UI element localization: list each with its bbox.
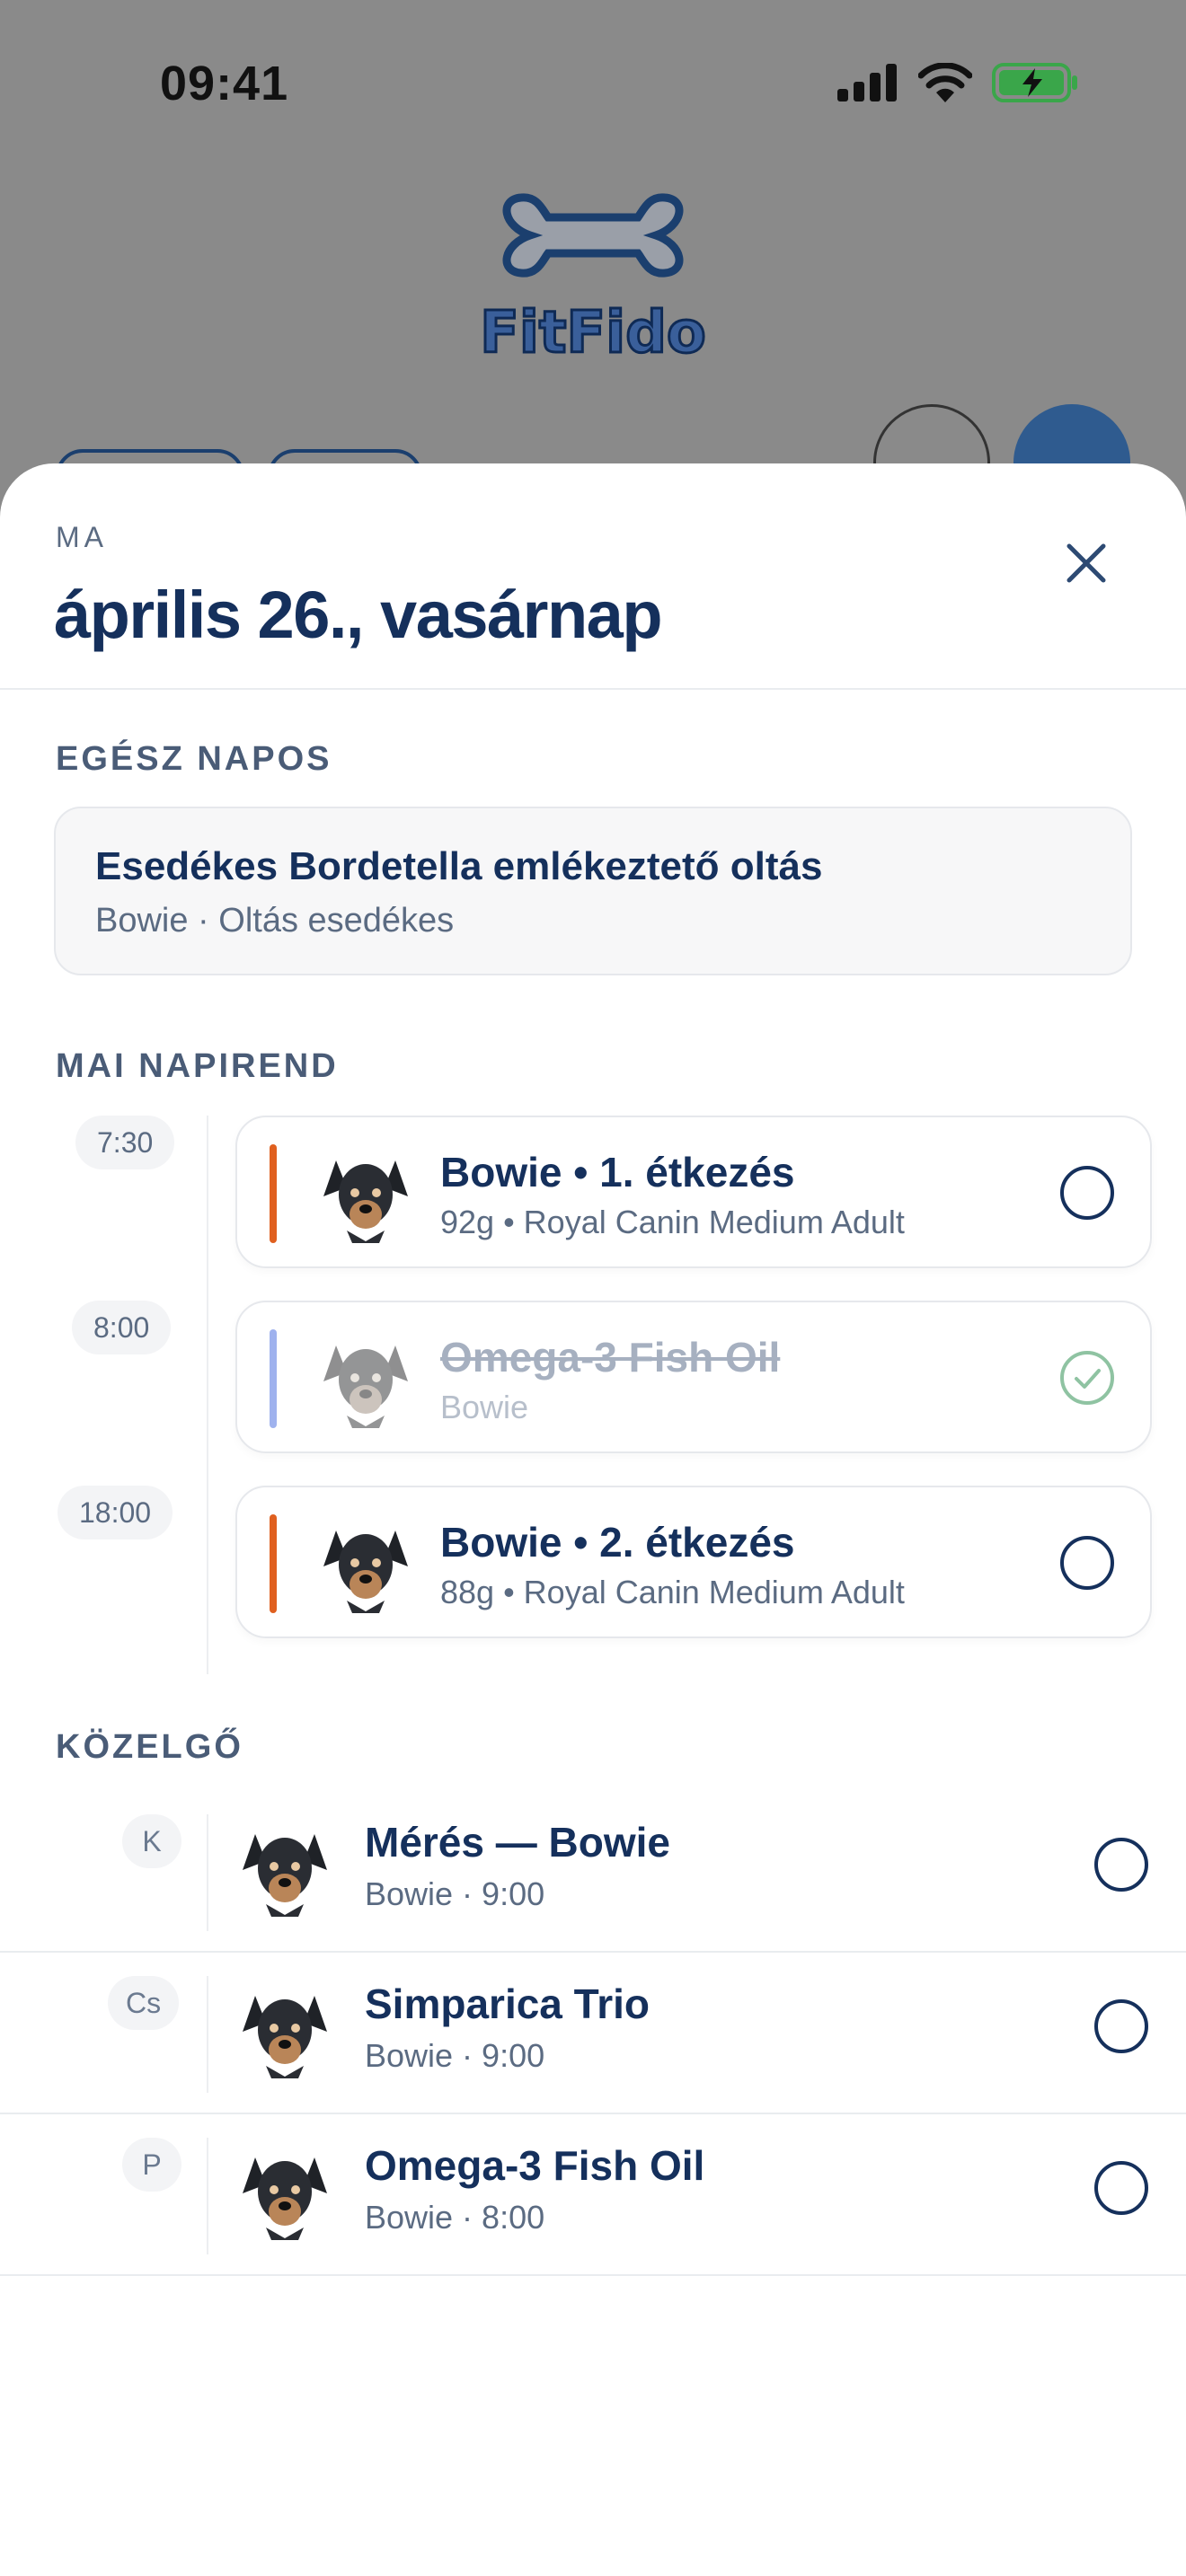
all-day-card[interactable]: Esedékes Bordetella emlékeztető oltás Bo… (54, 807, 1132, 975)
task-subtitle: 92g • Royal Canin Medium Adult (440, 1204, 905, 1240)
upcoming-item[interactable]: P Omega-3 Fish Oil Bowie · 8:00 (0, 2114, 1186, 2276)
dog-avatar (323, 1160, 408, 1243)
upcoming-section-label: KÖZELGŐ (56, 1728, 243, 1766)
time-pill: 8:00 (72, 1301, 172, 1354)
upcoming-title: Omega-3 Fish Oil (365, 2142, 705, 2189)
upcoming-item[interactable]: Cs Simparica Trio Bowie · 9:00 (0, 1953, 1186, 2114)
task-card-completed[interactable]: Omega-3 Fish Oil Bowie (235, 1301, 1152, 1453)
task-subtitle: 88g • Royal Canin Medium Adult (440, 1574, 905, 1610)
upcoming-subtitle: Bowie · 8:00 (365, 2199, 545, 2236)
dog-avatar (323, 1345, 408, 1428)
upcoming-title: Mérés — Bowie (365, 1819, 670, 1866)
task-card[interactable]: Bowie • 1. étkezés 92g • Royal Canin Med… (235, 1116, 1152, 1268)
upcoming-item[interactable]: K Mérés — Bowie Bowie · 9:00 (0, 1791, 1186, 1953)
timeline-rail (207, 2138, 208, 2254)
close-icon[interactable] (1058, 535, 1114, 591)
time-pill: 7:30 (75, 1116, 175, 1169)
status-time: 09:41 (160, 57, 289, 110)
timeline-rail (207, 1486, 208, 1674)
task-card[interactable]: Bowie • 2. étkezés 88g • Royal Canin Med… (235, 1486, 1152, 1638)
dog-avatar (243, 1834, 327, 1917)
timeline-rail (207, 1301, 208, 1489)
upcoming-subtitle: Bowie · 9:00 (365, 1875, 545, 1912)
all-day-section-label: EGÉSZ NAPOS (56, 740, 332, 778)
wifi-icon (918, 63, 972, 102)
status-icons (837, 63, 1078, 102)
status-bar: 09:41 (0, 0, 1186, 171)
dog-avatar (243, 1996, 327, 2078)
day-badge: P (122, 2138, 181, 2192)
upcoming-subtitle: Bowie · 9:00 (365, 2037, 545, 2074)
page-title: április 26., vasárnap (54, 578, 663, 652)
task-title: Bowie • 2. étkezés (440, 1519, 795, 1566)
dog-avatar (323, 1531, 408, 1613)
all-day-title: Esedékes Bordetella emlékeztető oltás (95, 844, 823, 888)
category-bar (270, 1514, 277, 1613)
timeline-rail (207, 1116, 208, 1304)
day-sheet: MA április 26., vasárnap EGÉSZ NAPOS Ese… (0, 463, 1186, 2576)
day-badge: K (122, 1814, 181, 1868)
dog-avatar (243, 2157, 327, 2240)
day-badge: Cs (108, 1976, 180, 2030)
time-pill: 18:00 (58, 1486, 173, 1539)
task-title: Bowie • 1. étkezés (440, 1149, 795, 1195)
upcoming-title: Simparica Trio (365, 1981, 651, 2027)
sheet-header: MA április 26., vasárnap (0, 463, 1186, 690)
fitfido-logo: FitFido (479, 193, 707, 368)
battery-icon (992, 63, 1077, 102)
circle-icon[interactable] (1093, 1998, 1150, 2055)
schedule-section-label: MAI NAPIREND (56, 1047, 339, 1085)
category-bar (270, 1144, 277, 1243)
all-day-subtitle: Bowie · Oltás esedékes (95, 902, 455, 940)
task-title: Omega-3 Fish Oil (440, 1334, 781, 1381)
signal-icon (837, 64, 897, 101)
check-circle-icon[interactable] (1058, 1349, 1116, 1407)
category-bar (270, 1329, 277, 1428)
circle-icon[interactable] (1058, 1534, 1116, 1592)
today-label: MA (56, 521, 108, 553)
svg-text:FitFido: FitFido (480, 300, 706, 366)
timeline-rail (207, 1814, 208, 1931)
circle-icon[interactable] (1093, 2159, 1150, 2217)
task-subtitle: Bowie (440, 1389, 529, 1425)
circle-icon[interactable] (1058, 1164, 1116, 1222)
circle-icon[interactable] (1093, 1836, 1150, 1893)
timeline-rail (207, 1976, 208, 2093)
